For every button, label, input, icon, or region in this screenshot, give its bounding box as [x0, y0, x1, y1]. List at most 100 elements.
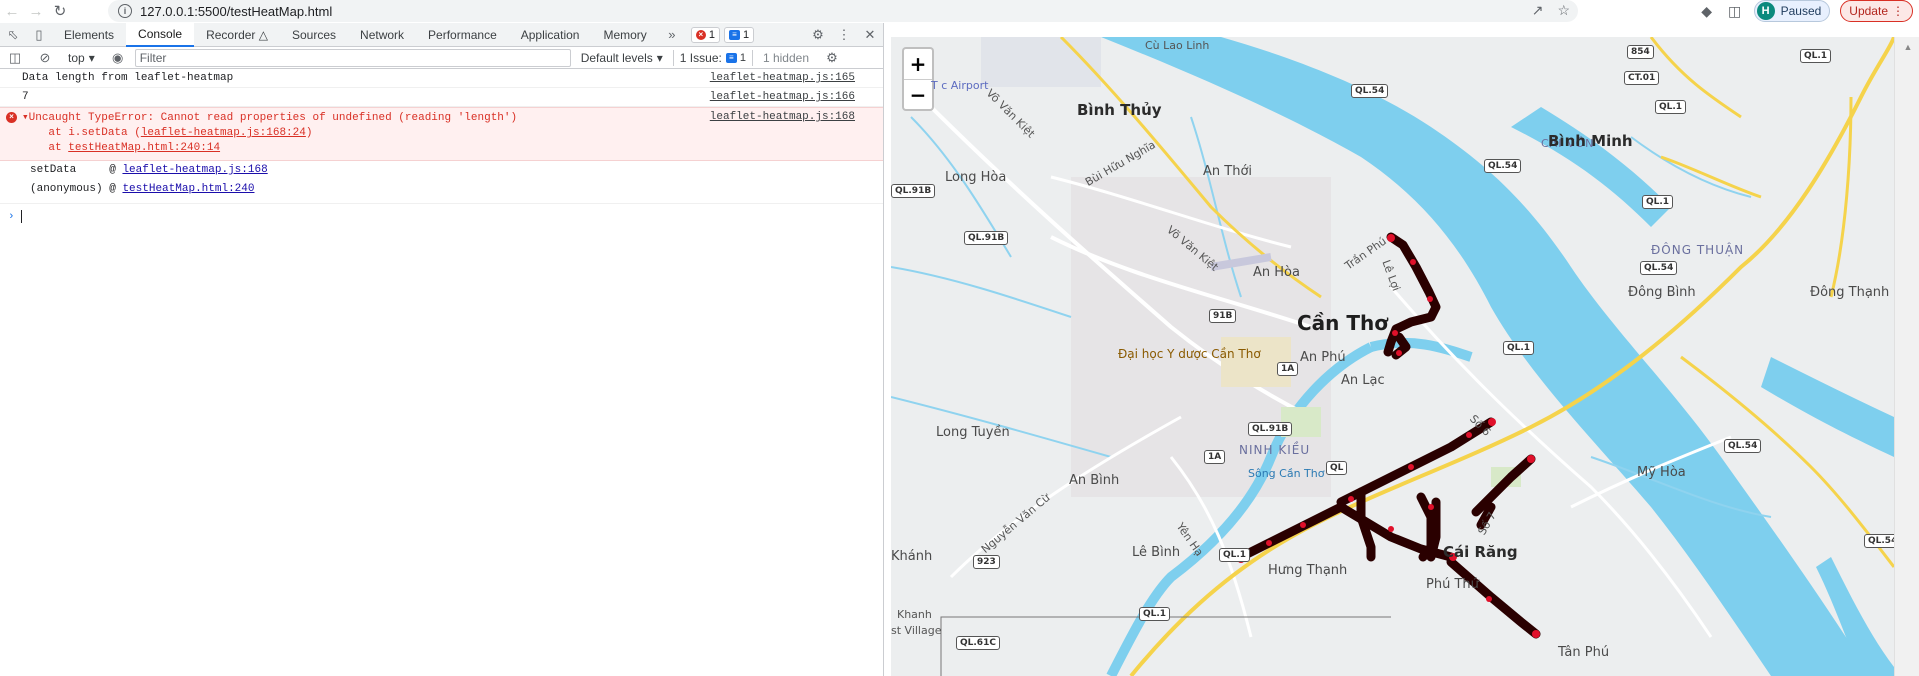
- error-count-badge[interactable]: × 1: [690, 26, 720, 43]
- profile-button[interactable]: H Paused: [1753, 0, 1831, 22]
- issues-badge: ≡ 1: [725, 49, 746, 66]
- heat-point: [1388, 526, 1394, 532]
- map-label-binh-thuy: Bình Thủy: [1077, 101, 1162, 119]
- tab-console[interactable]: Console: [126, 22, 195, 47]
- text-caret: [20, 210, 22, 223]
- browser-toolbar: ← → ↻ i 127.0.0.1:5500/testHeatMap.html …: [0, 0, 1919, 22]
- tab-sources[interactable]: Sources: [280, 23, 348, 47]
- heat-trace: [1236, 502, 1346, 562]
- forward-icon[interactable]: →: [24, 0, 48, 22]
- more-vert-icon: ⋮: [1892, 4, 1904, 18]
- road-shield: QL.54: [1864, 534, 1894, 548]
- sidebar-toggle-icon[interactable]: ◫: [2, 46, 28, 70]
- kebab-menu-icon[interactable]: ⋮: [831, 23, 857, 47]
- chevron-down-icon: ▾: [88, 50, 95, 65]
- page-scrollbar[interactable]: [1894, 37, 1919, 676]
- console-toolbar: ◫ ⊘ top ▾ ◉ Default levels ▾ 1 Issue: ≡ …: [0, 47, 883, 69]
- road-shield: QL.1: [1655, 100, 1687, 114]
- trace-link[interactable]: leaflet-heatmap.js:168:24: [141, 127, 306, 139]
- tab-performance[interactable]: Performance: [416, 23, 509, 47]
- heatmap-overlay: [1236, 232, 1541, 639]
- share-icon[interactable]: ↗: [1532, 2, 1544, 19]
- prompt-chevron-icon: ›: [8, 210, 15, 223]
- heat-point: [1427, 296, 1433, 302]
- map-label-cu-lao-linh: Cù Lao Linh: [1145, 39, 1210, 52]
- console-settings-gear-icon[interactable]: ⚙: [819, 46, 845, 70]
- address-bar[interactable]: i 127.0.0.1:5500/testHeatMap.html ↗ ☆: [108, 0, 1578, 22]
- update-button[interactable]: Update ⋮: [1840, 0, 1913, 22]
- stack-fn: setData: [30, 164, 77, 176]
- inspect-element-icon[interactable]: ⬁: [0, 23, 26, 47]
- context-selector[interactable]: top ▾: [62, 51, 101, 65]
- reload-icon[interactable]: ↻: [48, 0, 72, 22]
- map-label-tan-phu: Tân Phú: [1558, 645, 1610, 660]
- road-shield: QL.1: [1219, 548, 1251, 562]
- heat-trace: [1446, 557, 1541, 639]
- road-shield: 854: [1627, 45, 1654, 59]
- map-label-hung-thanh: Hưng Thạnh: [1268, 563, 1348, 578]
- map-label-an-phu: An Phú: [1300, 350, 1346, 365]
- log-levels-dropdown[interactable]: Default levels ▾: [575, 51, 669, 65]
- road-shield: 1A: [1277, 362, 1299, 376]
- error-source-link[interactable]: leaflet-heatmap.js:168: [710, 111, 855, 123]
- console-prompt[interactable]: ›: [0, 203, 883, 229]
- error-message: Uncaught TypeError: Cannot read properti…: [28, 112, 518, 124]
- extensions-puzzle-icon[interactable]: ◆: [1698, 3, 1716, 20]
- road-shield: CT.01: [1624, 71, 1660, 85]
- tab-elements[interactable]: Elements: [52, 23, 126, 47]
- settings-gear-icon[interactable]: ⚙: [805, 23, 831, 47]
- stack-at: @: [109, 183, 116, 195]
- scroll-up-arrow-icon[interactable]: ▲: [1902, 42, 1914, 54]
- issues-button[interactable]: 1 Issue: ≡ 1: [672, 49, 753, 66]
- map-label-khanh: Khánh: [891, 549, 933, 564]
- bookmark-star-icon[interactable]: ☆: [1557, 2, 1570, 19]
- road-shield: QL.61C: [956, 636, 1000, 650]
- tab-network[interactable]: Network: [348, 23, 416, 47]
- map-label-cai-rang: Cái Răng: [1443, 543, 1518, 561]
- issues-label: 1 Issue:: [679, 50, 722, 65]
- leaflet-map[interactable]: + − Cù Lao Linh T c Airport Bình Thủy Võ…: [891, 37, 1894, 676]
- map-label-my-hoa: Mỹ Hòa: [1637, 465, 1686, 480]
- tab-memory[interactable]: Memory: [591, 23, 658, 47]
- map-label-an-hoa: An Hòa: [1253, 265, 1300, 280]
- map-label-phu-thu: Phú Thứ: [1426, 577, 1479, 592]
- zoom-out-button[interactable]: −: [904, 79, 932, 109]
- road-shield: QL.54: [1351, 84, 1389, 98]
- console-log-row: Data length from leaflet-heatmap leaflet…: [0, 69, 883, 88]
- map-label-le-binh: Lê Bình: [1132, 545, 1181, 560]
- error-trace-line: at testHeatMap.html:240:14: [22, 141, 861, 156]
- stack-frame-row: (anonymous) @ testHeatMap.html:240: [0, 180, 883, 203]
- side-panel-icon[interactable]: ◫: [1726, 3, 1744, 20]
- clear-console-icon[interactable]: ⊘: [32, 46, 58, 70]
- trace-link[interactable]: testHeatMap.html:240:14: [68, 142, 220, 154]
- road-shield: QL.54: [1724, 439, 1762, 453]
- live-expression-eye-icon[interactable]: ◉: [105, 46, 131, 70]
- site-info-icon[interactable]: i: [118, 4, 132, 18]
- error-count: 1: [708, 28, 715, 41]
- heat-point: [1532, 630, 1540, 638]
- map-label-an-thoi: An Thới: [1203, 164, 1253, 179]
- stack-link[interactable]: testHeatMap.html:240: [122, 183, 254, 195]
- more-tabs-icon[interactable]: »: [659, 23, 685, 47]
- log-source-link[interactable]: leaflet-heatmap.js:165: [710, 72, 855, 84]
- console-filter-input[interactable]: [134, 48, 571, 67]
- zoom-in-button[interactable]: +: [904, 49, 932, 79]
- map-label-binh-minh: Bình Minh: [1548, 132, 1633, 150]
- device-toolbar-icon[interactable]: ▯: [26, 23, 52, 47]
- map-label-an-lac: An Lạc: [1341, 373, 1385, 388]
- error-trace-line: at i.setData (leaflet-heatmap.js:168:24): [22, 126, 861, 141]
- stack-frame-row: setData @ leaflet-heatmap.js:168: [0, 161, 883, 180]
- log-source-link[interactable]: leaflet-heatmap.js:166: [710, 91, 855, 103]
- expand-triangle-icon[interactable]: ▾: [22, 112, 29, 124]
- tab-application[interactable]: Application: [509, 23, 592, 47]
- close-devtools-icon[interactable]: ✕: [857, 23, 883, 47]
- tab-recorder[interactable]: Recorder △: [194, 23, 280, 47]
- message-count-badge[interactable]: ≡ 1: [723, 26, 755, 43]
- stack-link[interactable]: leaflet-heatmap.js:168: [122, 164, 267, 176]
- heat-point: [1392, 330, 1398, 336]
- road-shield: QL.1: [1139, 607, 1171, 621]
- devtools-tab-bar: ⬁ ▯ Elements Console Recorder △ Sources …: [0, 22, 883, 47]
- heat-point: [1266, 540, 1272, 546]
- back-icon[interactable]: ←: [0, 0, 24, 22]
- trace-prefix: at: [48, 142, 69, 154]
